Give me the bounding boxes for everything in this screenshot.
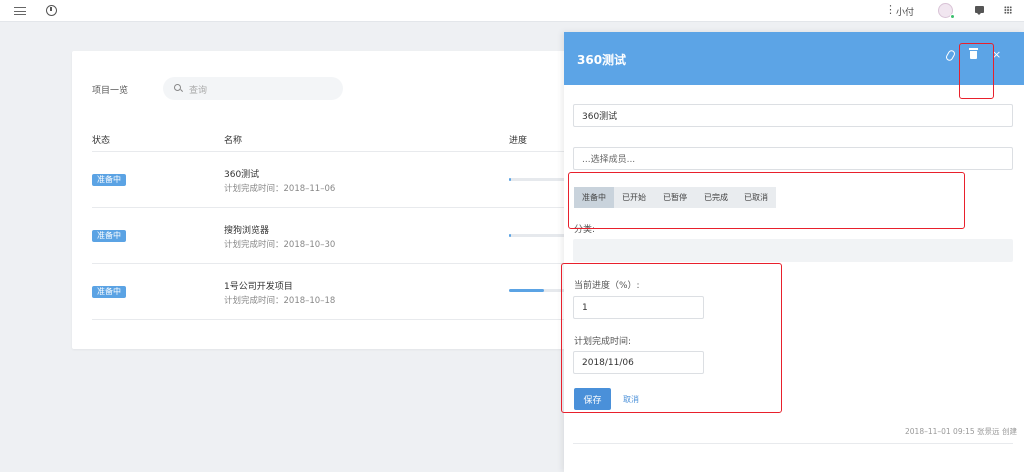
created-meta: 2018–11–01 09:15 张景远 创建	[905, 427, 1017, 436]
user-name[interactable]: 小付	[896, 5, 914, 18]
panel-title: 360测试	[577, 53, 627, 67]
search-placeholder: 查询	[189, 86, 208, 96]
project-name[interactable]: 360测试	[224, 167, 259, 180]
row-divider	[92, 207, 592, 208]
project-name-field[interactable]: 360测试	[573, 104, 1013, 127]
search-icon	[174, 84, 181, 91]
project-name[interactable]: 1号公司开发项目	[224, 279, 293, 292]
project-date: 计划完成时间：2018–10–18	[224, 296, 336, 306]
online-status-dot	[950, 14, 955, 19]
status-badge: 准备中	[92, 286, 126, 298]
apps-grid-icon[interactable]	[1004, 6, 1012, 14]
status-badge: 准备中	[92, 174, 126, 186]
progress-fill	[509, 234, 511, 237]
menu-icon[interactable]	[14, 7, 26, 15]
progress-fill	[509, 289, 544, 292]
status-badge: 准备中	[92, 230, 126, 242]
panel-header	[564, 32, 1024, 85]
project-name[interactable]: 搜狗浏览器	[224, 223, 269, 236]
meta-divider	[573, 443, 1013, 444]
member-select[interactable]: ...选择成员...	[573, 147, 1013, 170]
column-header-progress: 进度	[509, 136, 528, 146]
row-divider	[92, 319, 592, 320]
header-divider	[92, 151, 592, 152]
progress-fill	[509, 178, 511, 181]
logo-icon[interactable]	[46, 5, 57, 16]
more-vertical-icon[interactable]: ⋮	[885, 4, 896, 16]
project-date: 计划完成时间：2018–11–06	[224, 184, 336, 194]
message-icon[interactable]	[975, 6, 984, 15]
highlight-progress-form	[561, 263, 782, 413]
category-select[interactable]	[573, 239, 1013, 262]
column-header-name: 名称	[224, 136, 243, 146]
highlight-delete	[959, 43, 994, 99]
top-bar	[0, 0, 1024, 22]
row-divider	[92, 263, 592, 264]
column-header-status: 状态	[92, 136, 111, 146]
list-title: 项目一览	[92, 86, 129, 96]
project-date: 计划完成时间：2018–10–30	[224, 240, 336, 250]
highlight-status-tabs	[568, 172, 965, 229]
